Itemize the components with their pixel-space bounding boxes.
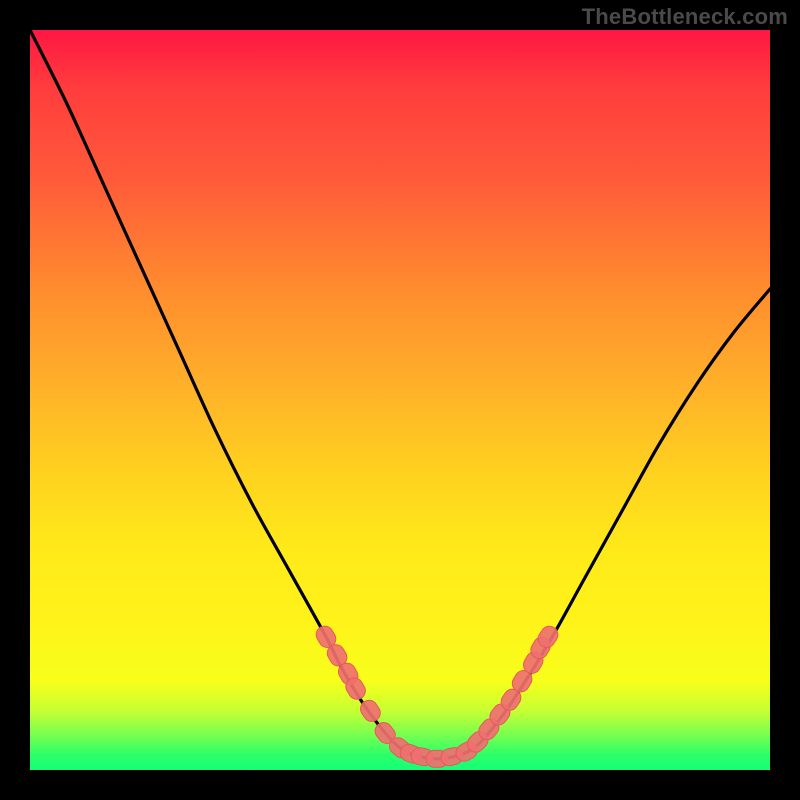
- chart-svg: [30, 30, 770, 770]
- marker-group: [313, 623, 561, 768]
- curve-path: [30, 30, 770, 759]
- watermark-text: TheBottleneck.com: [582, 4, 788, 30]
- chart-frame: TheBottleneck.com: [0, 0, 800, 800]
- plot-area: [30, 30, 770, 770]
